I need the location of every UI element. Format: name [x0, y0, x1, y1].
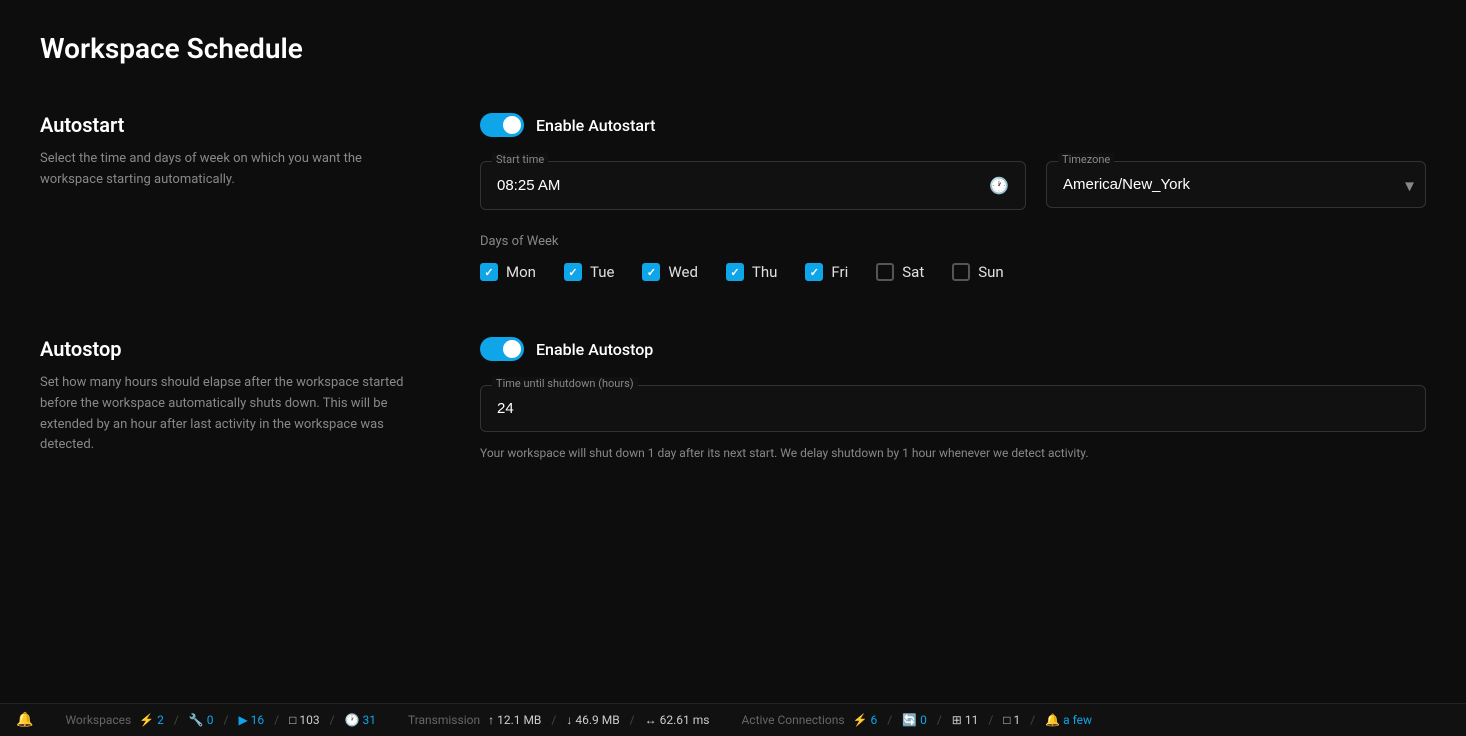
connections-status: Active Connections ⚡ 6 / 🔄 0 / ⊞ 11 / □ …	[741, 713, 1092, 727]
autostart-description-text: Select the time and days of week on whic…	[40, 149, 420, 191]
day-checkbox-thu[interactable]	[726, 263, 744, 281]
autostop-toggle[interactable]	[480, 337, 524, 361]
day-checkbox-tue[interactable]	[564, 263, 582, 281]
day-label-mon: Mon	[506, 263, 536, 281]
timezone-select[interactable]: America/New_York America/Los_Angeles Ame…	[1046, 161, 1426, 208]
autostart-section: Autostart Select the time and days of we…	[40, 113, 1426, 281]
timezone-label: Timezone	[1058, 153, 1114, 166]
day-item-tue[interactable]: Tue	[564, 263, 614, 281]
shutdown-hours-input[interactable]	[480, 385, 1426, 432]
day-checkbox-mon[interactable]	[480, 263, 498, 281]
connections-label: Active Connections	[741, 713, 844, 727]
day-item-thu[interactable]: Thu	[726, 263, 777, 281]
conn-last-activity: 🔔 a few	[1045, 713, 1092, 727]
ws-count-4: □ 103	[289, 713, 319, 727]
ws-count-1: ⚡ 2	[139, 713, 164, 727]
conn-count-1: ⚡ 6	[853, 713, 878, 727]
timezone-field: Timezone America/New_York America/Los_An…	[1046, 161, 1426, 210]
days-label: Days of Week	[480, 234, 1426, 249]
day-label-sun: Sun	[978, 263, 1003, 281]
day-item-fri[interactable]: Fri	[805, 263, 848, 281]
start-time-field: Start time 🕐	[480, 161, 1026, 210]
conn-count-3: ⊞ 11	[952, 713, 979, 727]
autostop-section: Autostop Set how many hours should elaps…	[40, 337, 1426, 462]
day-label-fri: Fri	[831, 263, 848, 281]
autostart-description: Autostart Select the time and days of we…	[40, 113, 420, 281]
autostop-description-text: Set how many hours should elapse after t…	[40, 373, 420, 456]
day-label-wed: Wed	[668, 263, 698, 281]
tx-upload: ↑ 12.1 MB	[488, 713, 541, 727]
day-item-sun[interactable]: Sun	[952, 263, 1003, 281]
day-checkbox-wed[interactable]	[642, 263, 660, 281]
day-checkbox-sat[interactable]	[876, 263, 894, 281]
day-label-tue: Tue	[590, 263, 614, 281]
days-section: Days of Week Mon Tue Wed	[480, 234, 1426, 281]
day-item-wed[interactable]: Wed	[642, 263, 698, 281]
workspaces-status: Workspaces ⚡ 2 / 🔧 0 / ▶ 16 / □ 103 / 🕐 …	[65, 713, 376, 727]
ws-count-2: 🔧 0	[189, 713, 214, 727]
start-time-label: Start time	[492, 153, 548, 166]
day-checkbox-sun[interactable]	[952, 263, 970, 281]
transmission-status: Transmission ↑ 12.1 MB / ↓ 46.9 MB / ↔ 6…	[408, 713, 709, 727]
day-checkbox-fri[interactable]	[805, 263, 823, 281]
transmission-label: Transmission	[408, 713, 480, 727]
day-item-mon[interactable]: Mon	[480, 263, 536, 281]
autostop-heading: Autostop	[40, 337, 420, 361]
days-row: Mon Tue Wed Thu	[480, 263, 1426, 281]
bell-icon: 🔔	[16, 712, 33, 728]
conn-count-2: 🔄 0	[902, 713, 927, 727]
clock-icon[interactable]: 🕐	[989, 176, 1009, 195]
ws-count-3: ▶ 16	[238, 713, 264, 727]
page-title: Workspace Schedule	[40, 32, 1426, 65]
autostart-toggle-label: Enable Autostart	[536, 116, 655, 135]
day-label-thu: Thu	[752, 263, 777, 281]
shutdown-note: Your workspace will shut down 1 day afte…	[480, 444, 1426, 462]
tx-latency: ↔ 62.61 ms	[645, 713, 710, 727]
autostart-heading: Autostart	[40, 113, 420, 137]
workspaces-label: Workspaces	[65, 713, 131, 727]
shutdown-hours-label: Time until shutdown (hours)	[492, 377, 638, 390]
autostop-controls: Enable Autostop Time until shutdown (hou…	[480, 337, 1426, 462]
autostart-controls: Enable Autostart Start time 🕐 Timezone A…	[480, 113, 1426, 281]
autostop-description: Autostop Set how many hours should elaps…	[40, 337, 420, 462]
conn-count-4: □ 1	[1003, 713, 1020, 727]
day-label-sat: Sat	[902, 263, 924, 281]
autostart-toggle[interactable]	[480, 113, 524, 137]
autostop-toggle-label: Enable Autostop	[536, 340, 653, 359]
day-item-sat[interactable]: Sat	[876, 263, 924, 281]
tx-download: ↓ 46.9 MB	[566, 713, 619, 727]
start-time-input[interactable]	[497, 177, 989, 194]
ws-count-5: 🕐 31	[345, 713, 376, 727]
shutdown-hours-field: Time until shutdown (hours)	[480, 385, 1426, 432]
status-bar: 🔔 Workspaces ⚡ 2 / 🔧 0 / ▶ 16 / □ 103 / …	[0, 703, 1466, 736]
